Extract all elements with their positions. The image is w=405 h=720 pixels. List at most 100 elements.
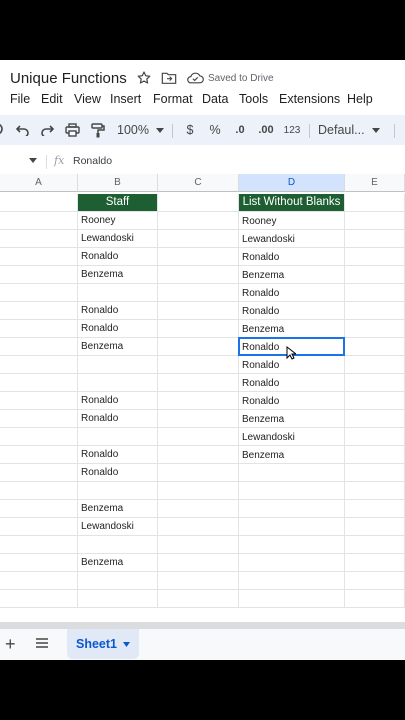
result-cell[interactable]: Benzema xyxy=(239,266,345,284)
cell-a[interactable] xyxy=(0,464,78,482)
cell-e[interactable] xyxy=(345,230,405,248)
cell-a[interactable] xyxy=(0,518,78,536)
staff-cell[interactable]: Benzema xyxy=(78,266,158,284)
cell-a[interactable] xyxy=(0,392,78,410)
cell-d[interactable] xyxy=(239,500,345,518)
staff-cell[interactable] xyxy=(78,374,158,392)
cell-e[interactable] xyxy=(345,428,405,446)
cell-a[interactable] xyxy=(0,230,78,248)
font-select[interactable]: Defaul... xyxy=(318,121,366,139)
staff-cell[interactable]: Ronaldo xyxy=(78,392,158,410)
cell-a[interactable] xyxy=(0,590,78,608)
result-cell[interactable]: Rooney xyxy=(239,212,345,230)
cell-c[interactable] xyxy=(158,320,239,338)
result-cell[interactable]: Ronaldo xyxy=(239,248,345,266)
menu-extensions[interactable]: Extensions xyxy=(279,90,340,108)
staff-cell[interactable] xyxy=(78,482,158,500)
menu-insert[interactable]: Insert xyxy=(110,90,141,108)
menu-tools[interactable]: Tools xyxy=(239,90,268,108)
cell-a[interactable] xyxy=(0,302,78,320)
percent-format-button[interactable]: % xyxy=(207,121,223,139)
result-cell[interactable]: Lewandoski xyxy=(239,230,345,248)
cell-e[interactable] xyxy=(345,302,405,320)
cell-d[interactable] xyxy=(239,536,345,554)
cell-e[interactable] xyxy=(345,446,405,464)
cell-c[interactable] xyxy=(158,212,239,230)
cell-c[interactable] xyxy=(158,590,239,608)
cell-e[interactable] xyxy=(345,374,405,392)
staff-cell[interactable] xyxy=(78,356,158,374)
redo-icon[interactable] xyxy=(38,121,56,139)
cell-c[interactable] xyxy=(158,266,239,284)
decrease-decimal-button[interactable]: .0 xyxy=(231,121,249,139)
cell-d[interactable] xyxy=(239,572,345,590)
menu-view[interactable]: View xyxy=(74,90,101,108)
zoom-select[interactable]: 100% xyxy=(116,121,150,139)
formula-input[interactable]: Ronaldo xyxy=(73,155,112,167)
cell-e[interactable] xyxy=(345,590,405,608)
staff-cell[interactable] xyxy=(78,428,158,446)
menu-edit[interactable]: Edit xyxy=(41,90,63,108)
result-cell[interactable]: Benzema xyxy=(239,410,345,428)
cloud-saved-icon[interactable] xyxy=(186,71,204,85)
cell-e[interactable] xyxy=(345,536,405,554)
result-cell[interactable]: Ronaldo xyxy=(239,374,345,392)
cell-d[interactable] xyxy=(239,464,345,482)
menu-file[interactable]: File xyxy=(10,90,30,108)
cell-a[interactable] xyxy=(0,212,78,230)
cell-c[interactable] xyxy=(158,518,239,536)
zoom-chevron-down-icon[interactable] xyxy=(155,121,165,139)
staff-cell[interactable]: Benzema xyxy=(78,338,158,356)
cell-a[interactable] xyxy=(0,428,78,446)
cell-c[interactable] xyxy=(158,302,239,320)
staff-header-cell[interactable]: Staff xyxy=(78,194,158,212)
cell-e[interactable] xyxy=(345,518,405,536)
cell-c[interactable] xyxy=(158,464,239,482)
sheet-tab-chevron-down-icon[interactable] xyxy=(123,641,130,647)
paint-format-icon[interactable] xyxy=(89,121,107,139)
cell-b[interactable] xyxy=(78,572,158,590)
staff-cell[interactable]: Ronaldo xyxy=(78,464,158,482)
staff-cell[interactable]: Ronaldo xyxy=(78,302,158,320)
cell-a[interactable] xyxy=(0,356,78,374)
cell-e[interactable] xyxy=(345,266,405,284)
cell-c[interactable] xyxy=(158,482,239,500)
result-cell[interactable]: Ronaldo xyxy=(239,284,345,302)
cell-c[interactable] xyxy=(158,230,239,248)
cell-e[interactable] xyxy=(345,248,405,266)
undo-icon[interactable] xyxy=(14,121,32,139)
cell-e[interactable] xyxy=(345,356,405,374)
cell-a[interactable] xyxy=(0,554,78,572)
cell-c[interactable] xyxy=(158,392,239,410)
column-header-b[interactable]: B xyxy=(78,174,158,192)
result-cell[interactable]: Ronaldo xyxy=(239,392,345,410)
menu-data[interactable]: Data xyxy=(202,90,228,108)
result-cell[interactable]: Ronaldo xyxy=(239,302,345,320)
staff-cell[interactable]: Ronaldo xyxy=(78,248,158,266)
add-sheet-button[interactable]: + xyxy=(5,634,16,654)
staff-cell[interactable]: Benzema xyxy=(78,554,158,572)
cell-e[interactable] xyxy=(345,464,405,482)
document-title[interactable]: Unique Functions xyxy=(10,68,127,90)
all-sheets-menu-icon[interactable] xyxy=(36,638,48,648)
currency-format-button[interactable]: $ xyxy=(183,121,197,139)
cell-d[interactable] xyxy=(239,554,345,572)
result-cell[interactable]: Benzema xyxy=(239,320,345,338)
cell-e[interactable] xyxy=(345,500,405,518)
cell-a[interactable] xyxy=(0,194,78,212)
cell-c[interactable] xyxy=(158,572,239,590)
cell-d[interactable] xyxy=(239,482,345,500)
column-header-a[interactable]: A xyxy=(0,174,78,192)
cell-c[interactable] xyxy=(158,284,239,302)
result-cell[interactable]: Lewandoski xyxy=(239,428,345,446)
cell-a[interactable] xyxy=(0,374,78,392)
cell-a[interactable] xyxy=(0,338,78,356)
cell-a[interactable] xyxy=(0,500,78,518)
result-cell[interactable]: Benzema xyxy=(239,446,345,464)
cell-c[interactable] xyxy=(158,248,239,266)
cell-e[interactable] xyxy=(345,284,405,302)
cell-b[interactable] xyxy=(78,590,158,608)
name-box-chevron-down-icon[interactable] xyxy=(29,158,37,164)
staff-cell[interactable]: Benzema xyxy=(78,500,158,518)
cell-e[interactable] xyxy=(345,194,405,212)
